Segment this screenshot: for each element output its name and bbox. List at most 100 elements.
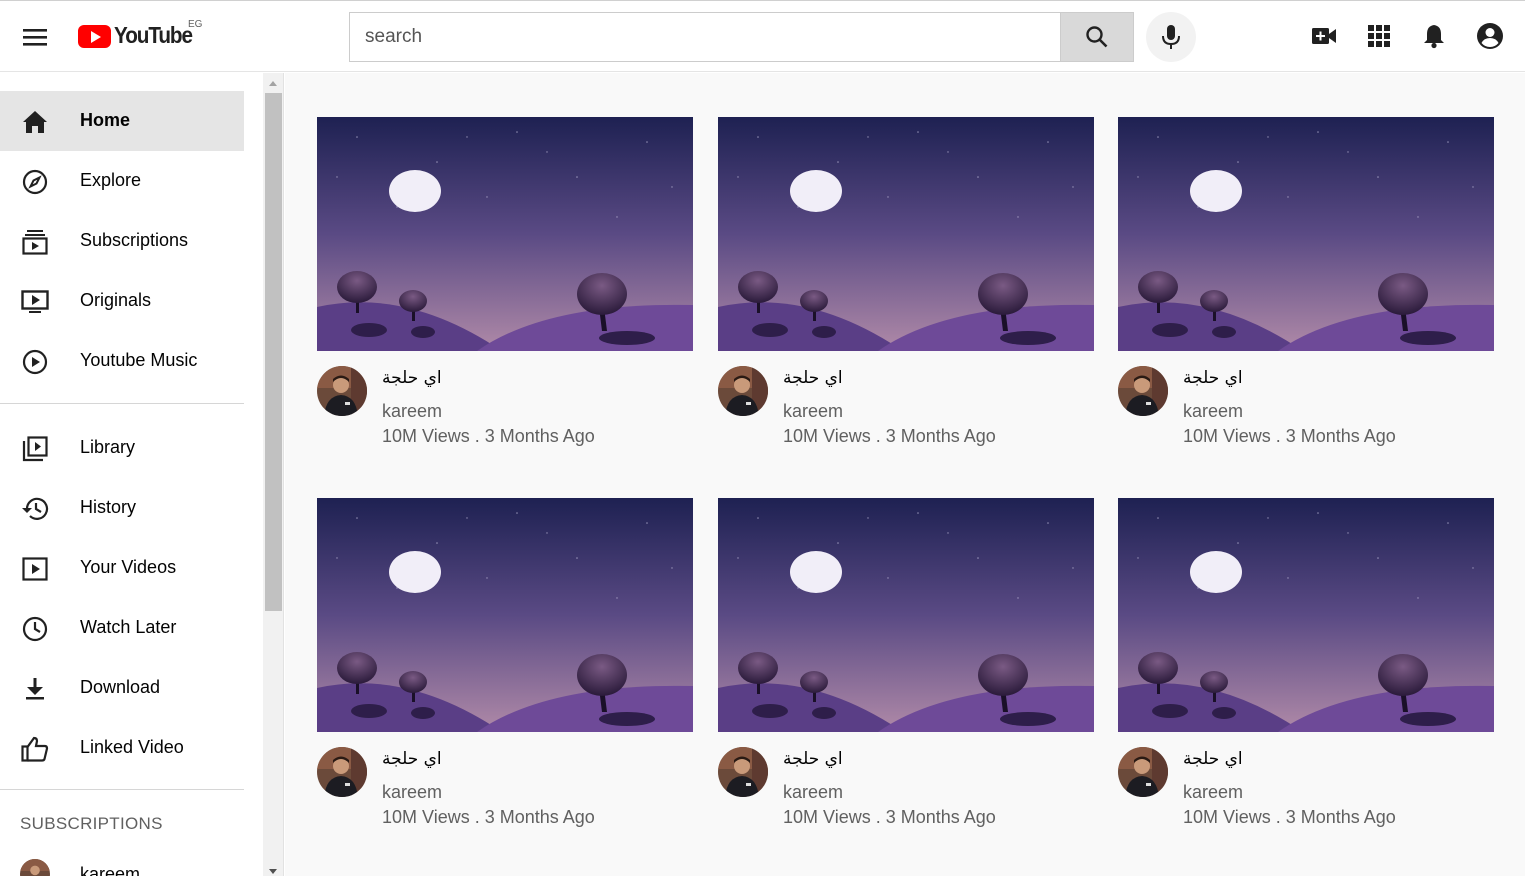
microphone-icon [1162, 25, 1180, 49]
scrollbar-thumb[interactable] [265, 93, 282, 611]
sidebar-divider [0, 403, 244, 404]
video-card[interactable]: اي حلجة kareem 10M Views . 3 Months Ago [1118, 117, 1494, 462]
video-title[interactable]: اي حلجة [1183, 368, 1243, 388]
sidebar-item-label: Your Videos [80, 557, 177, 577]
search-input[interactable] [349, 12, 1060, 62]
video-title[interactable]: اي حلجة [783, 368, 843, 388]
sidebar-item-your-videos[interactable]: Your Videos [0, 538, 244, 598]
channel-avatar[interactable] [1118, 366, 1168, 416]
video-meta: 10M Views . 3 Months Ago [783, 426, 996, 446]
video-thumbnail[interactable] [1118, 117, 1494, 351]
sidebar-item-label: Library [80, 437, 136, 457]
originals-icon [20, 287, 50, 317]
video-channel-name[interactable]: kareem [783, 401, 843, 422]
subscription-channel-name: kareem [80, 864, 141, 876]
video-meta: 10M Views . 3 Months Ago [382, 807, 595, 827]
video-card[interactable]: اي حلجة kareem 10M Views . 3 Months Ago [317, 117, 693, 462]
video-title[interactable]: اي حلجة [382, 368, 442, 388]
video-thumbnail[interactable] [317, 498, 693, 732]
home-icon [20, 107, 50, 137]
video-thumbnail[interactable] [718, 498, 1094, 732]
video-grid: اي حلجة kareem 10M Views . 3 Months Ago [285, 73, 1525, 876]
music-play-icon [20, 347, 50, 377]
sidebar-item-label: Originals [80, 290, 152, 310]
sidebar-item-watch-later[interactable]: Watch Later [0, 598, 244, 658]
sidebar-item-label: Explore [80, 170, 142, 190]
subscriptions-icon [20, 227, 50, 257]
apps-grid-icon [1368, 25, 1390, 47]
youtube-logo[interactable]: YouTube EG [78, 19, 203, 55]
video-card[interactable]: اي حلجة kareem 10M Views . 3 Months Ago [718, 117, 1094, 462]
clock-icon [20, 614, 50, 644]
video-channel-name[interactable]: kareem [382, 782, 442, 803]
scroll-down-arrow-icon[interactable] [269, 869, 277, 874]
video-thumbnail[interactable] [317, 117, 693, 351]
search-icon [1086, 26, 1108, 48]
apps-button[interactable] [1364, 21, 1394, 51]
video-thumbnail[interactable] [1118, 498, 1494, 732]
sidebar-scrollbar[interactable] [263, 73, 284, 876]
scroll-up-arrow-icon[interactable] [269, 81, 277, 86]
compass-icon [20, 167, 50, 197]
sidebar-item-library[interactable]: Library [0, 418, 244, 478]
video-meta: 10M Views . 3 Months Ago [783, 807, 996, 827]
account-circle-icon [1477, 23, 1503, 49]
sidebar-item-subscriptions[interactable]: Subscriptions [0, 211, 244, 271]
hamburger-menu-button[interactable] [18, 21, 52, 53]
night-landscape-thumbnail-image [317, 498, 693, 732]
subscription-channel-item[interactable]: kareem [20, 859, 244, 876]
sidebar-item-download[interactable]: Download [0, 658, 244, 718]
create-video-button[interactable] [1309, 21, 1339, 51]
video-channel-name[interactable]: kareem [1183, 401, 1243, 422]
video-card[interactable]: اي حلجة kareem 10M Views . 3 Months Ago [718, 498, 1094, 843]
sidebar-divider [0, 789, 244, 790]
history-icon [20, 494, 50, 524]
sidebar-item-home[interactable]: Home [0, 91, 244, 151]
sidebar: Home Explore Subscriptions Originals You… [0, 73, 262, 876]
sidebar-item-label: Youtube Music [80, 350, 198, 370]
download-icon [20, 674, 50, 704]
night-landscape-thumbnail-image [317, 117, 693, 351]
your-videos-icon [20, 554, 50, 584]
video-channel-name[interactable]: kareem [783, 782, 843, 803]
sidebar-item-label: Linked Video [80, 737, 184, 757]
video-card[interactable]: اي حلجة kareem 10M Views . 3 Months Ago [1118, 498, 1494, 843]
night-landscape-thumbnail-image [718, 498, 1094, 732]
sidebar-item-history[interactable]: History [0, 478, 244, 538]
sidebar-item-label: Subscriptions [80, 230, 189, 250]
channel-avatar[interactable] [1118, 747, 1168, 797]
sidebar-item-originals[interactable]: Originals [0, 271, 244, 331]
subscriptions-section-title: SUBSCRIPTIONS [20, 814, 163, 833]
channel-avatar[interactable] [718, 366, 768, 416]
night-landscape-thumbnail-image [1118, 117, 1494, 351]
search-button[interactable] [1060, 12, 1134, 62]
video-thumbnail[interactable] [718, 117, 1094, 351]
night-landscape-thumbnail-image [1118, 498, 1494, 732]
video-title[interactable]: اي حلجة [382, 749, 442, 769]
sidebar-item-label: History [80, 497, 137, 517]
video-title[interactable]: اي حلجة [783, 749, 843, 769]
search-bar [349, 12, 1134, 62]
voice-search-button[interactable] [1146, 12, 1196, 62]
sidebar-item-label: Watch Later [80, 617, 177, 637]
sidebar-item-linked-video[interactable]: Linked Video [0, 718, 244, 778]
video-meta: 10M Views . 3 Months Ago [382, 426, 595, 446]
account-button[interactable] [1475, 21, 1505, 51]
channel-avatar[interactable] [718, 747, 768, 797]
youtube-app: YouTube EG search Home Explore Subscript… [0, 0, 1525, 876]
country-code: EG [188, 19, 203, 30]
sidebar-item-explore[interactable]: Explore [0, 151, 244, 211]
channel-avatar[interactable] [317, 747, 367, 797]
channel-avatar[interactable] [317, 366, 367, 416]
video-channel-name[interactable]: kareem [382, 401, 442, 422]
logo-text: YouTube [114, 22, 193, 48]
video-title[interactable]: اي حلجة [1183, 749, 1243, 769]
video-camera-plus-icon [1312, 28, 1336, 44]
sidebar-item-youtube-music[interactable]: Youtube Music [0, 331, 244, 391]
video-channel-name[interactable]: kareem [1183, 782, 1243, 803]
night-landscape-thumbnail-image [718, 117, 1094, 351]
bell-icon [1424, 25, 1444, 49]
video-card[interactable]: اي حلجة kareem 10M Views . 3 Months Ago [317, 498, 693, 843]
logo-play-icon [78, 25, 111, 48]
notifications-button[interactable] [1419, 21, 1449, 51]
